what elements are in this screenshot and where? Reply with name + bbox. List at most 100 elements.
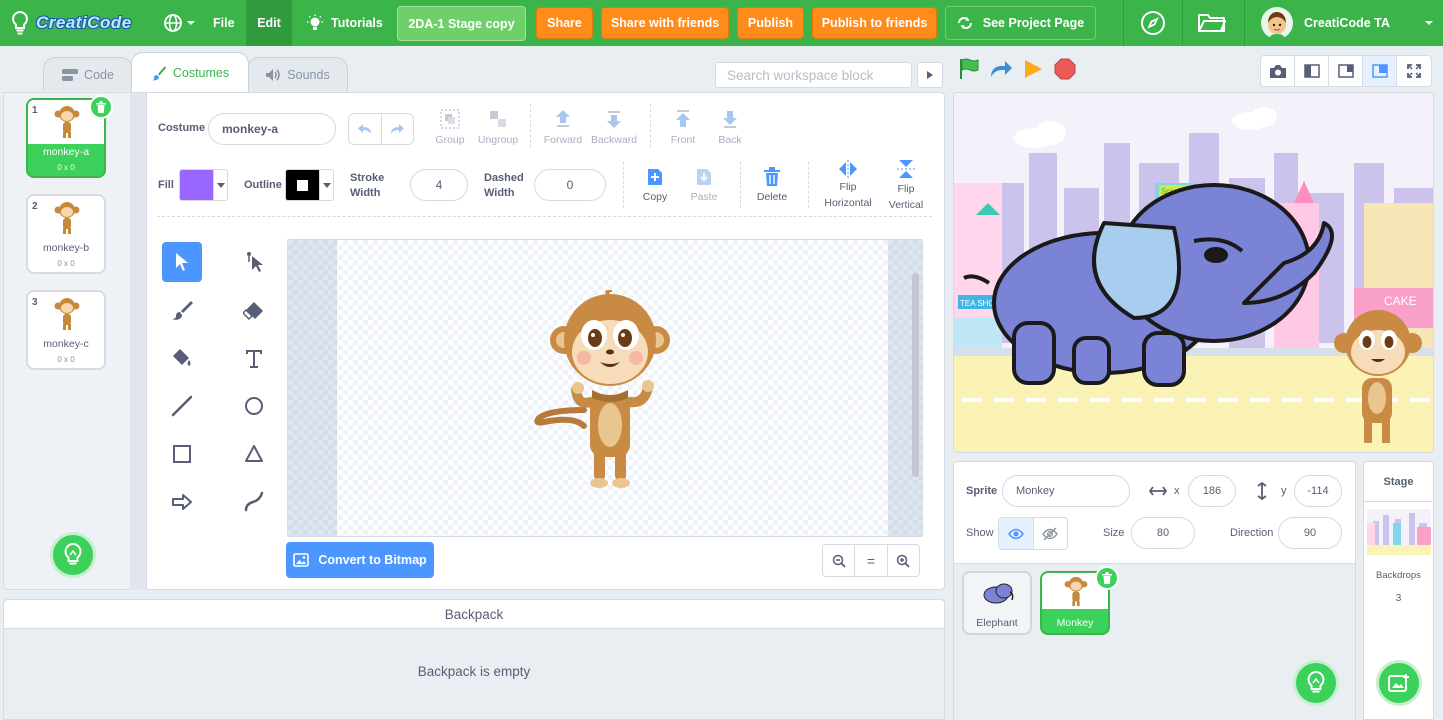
line-tool[interactable] <box>162 386 202 426</box>
delete-sprite-button[interactable] <box>1095 566 1119 590</box>
costume-item-3[interactable]: 3 monkey-c 0 x 0 <box>26 290 106 370</box>
language-menu[interactable] <box>163 0 196 46</box>
trash-icon <box>764 167 780 186</box>
explore-button[interactable] <box>1140 0 1166 46</box>
dashed-width-input[interactable]: 0 <box>534 169 606 201</box>
add-backdrop-button[interactable] <box>1376 660 1422 706</box>
account-caret[interactable] <box>1424 0 1434 46</box>
convert-to-bitmap-button[interactable]: Convert to Bitmap <box>286 542 434 578</box>
caret-down-icon <box>1425 21 1433 25</box>
file-menu[interactable]: File <box>213 0 235 46</box>
x-input[interactable]: 186 <box>1188 475 1236 507</box>
brush-tool[interactable] <box>162 290 202 330</box>
project-title-input[interactable]: 2DA-1 Stage copy <box>397 6 526 41</box>
fullscreen-button[interactable] <box>1397 56 1431 86</box>
caret-down-icon <box>216 182 225 188</box>
my-stuff-button[interactable] <box>1197 0 1227 46</box>
turbo-button[interactable] <box>989 59 1013 79</box>
y-input[interactable]: -114 <box>1294 475 1342 507</box>
medium-stage-button[interactable] <box>1329 56 1363 86</box>
monkey-thumbnail <box>54 298 80 330</box>
back-button[interactable]: Back <box>713 108 747 146</box>
add-costume-button[interactable] <box>50 532 96 578</box>
sprite-name-input[interactable]: Monkey <box>1002 475 1130 507</box>
paint-canvas[interactable] <box>287 239 923 537</box>
delete-costume-button[interactable] <box>89 95 113 119</box>
canvas-scrollbar[interactable] <box>912 273 919 477</box>
costume-name-input[interactable]: monkey-a <box>208 113 336 145</box>
costume-list-scrollbar[interactable] <box>130 93 146 590</box>
publish-button[interactable]: Publish <box>737 7 804 39</box>
ungroup-button[interactable]: Ungroup <box>476 108 520 146</box>
forward-label: Forward <box>543 134 583 146</box>
eraser-tool[interactable] <box>234 290 274 330</box>
monkey-costume-drawing <box>534 290 670 488</box>
select-tool[interactable] <box>162 242 202 282</box>
search-input[interactable]: Search workspace block <box>715 62 912 88</box>
screenshot-button[interactable] <box>1261 56 1295 86</box>
zoom-out-button[interactable] <box>823 545 856 576</box>
play-button[interactable] <box>1022 58 1044 80</box>
arrow-tool[interactable] <box>162 482 202 522</box>
curve-tool[interactable] <box>234 482 274 522</box>
costume-item-1[interactable]: 1 monkey-a 0 x 0 <box>26 95 113 178</box>
small-stage-button[interactable] <box>1295 56 1329 86</box>
copy-button[interactable]: Copy <box>640 167 670 203</box>
backward-button[interactable]: Backward <box>591 108 637 146</box>
stop-icon <box>1054 58 1076 80</box>
share-button[interactable]: Share <box>536 7 593 39</box>
tab-costumes[interactable]: Costumes <box>131 52 249 92</box>
fill-tool[interactable] <box>162 338 202 378</box>
size-input[interactable]: 80 <box>1131 517 1195 549</box>
logo[interactable]: CreatiCode <box>10 0 132 46</box>
lightbulb-icon <box>1307 670 1325 693</box>
text-tool[interactable] <box>234 338 274 378</box>
stage[interactable]: TEA SHOP CAKE Scro <box>953 92 1434 453</box>
show-button[interactable] <box>999 518 1034 549</box>
sprite-tile-monkey[interactable]: Monkey <box>1040 566 1119 635</box>
tab-sounds[interactable]: Sounds <box>247 57 348 91</box>
backpack-header[interactable]: Backpack <box>4 600 944 629</box>
publish-to-friends-button[interactable]: Publish to friends <box>812 7 937 39</box>
account-menu[interactable]: CreatiCode TA <box>1260 0 1390 46</box>
tab-sounds-label: Sounds <box>287 67 330 82</box>
large-stage-button[interactable] <box>1363 56 1397 86</box>
hide-button[interactable] <box>1034 518 1068 549</box>
delete-button[interactable]: Delete <box>754 167 790 203</box>
direction-input[interactable]: 90 <box>1278 517 1342 549</box>
stop-button[interactable] <box>1054 58 1076 80</box>
paint-bucket-icon <box>173 349 191 366</box>
forward-button[interactable]: Forward <box>543 108 583 146</box>
sprite-tile-elephant[interactable]: Elephant <box>962 571 1032 635</box>
zoom-reset-button[interactable]: = <box>855 545 888 576</box>
costume-item-2[interactable]: 2 monkey-b 0 x 0 <box>26 194 106 274</box>
undo-icon <box>357 124 371 134</box>
undo-button[interactable] <box>349 114 382 144</box>
circle-tool[interactable] <box>234 386 274 426</box>
rectangle-tool[interactable] <box>162 434 202 474</box>
tab-code[interactable]: Code <box>43 57 133 91</box>
front-button[interactable]: Front <box>666 108 700 146</box>
add-sprite-button[interactable] <box>1293 660 1339 706</box>
paste-button[interactable]: Paste <box>688 167 720 203</box>
edit-menu[interactable]: Edit <box>246 0 292 46</box>
search-go-button[interactable] <box>917 62 943 88</box>
zoom-in-button[interactable] <box>888 545 919 576</box>
back-label: Back <box>718 134 742 146</box>
flip-vertical-button[interactable]: Flip Vertical <box>884 158 928 212</box>
fill-color-picker[interactable] <box>179 169 228 201</box>
redo-button[interactable] <box>382 114 414 144</box>
tutorials-menu[interactable]: Tutorials <box>306 0 383 46</box>
outline-color-picker[interactable] <box>285 169 334 201</box>
avatar <box>1261 7 1293 39</box>
see-project-page-button[interactable]: See Project Page <box>945 6 1096 40</box>
group-button[interactable]: Group <box>432 108 468 146</box>
vertical-arrows-icon <box>1257 482 1267 500</box>
stroke-width-input[interactable]: 4 <box>410 169 468 201</box>
triangle-tool[interactable] <box>234 434 274 474</box>
flip-horizontal-button[interactable]: Flip Horizontal <box>822 160 874 210</box>
share-with-friends-button[interactable]: Share with friends <box>601 7 729 39</box>
eraser-icon <box>243 302 263 321</box>
green-flag-button[interactable] <box>958 57 982 81</box>
reshape-tool[interactable] <box>234 242 274 282</box>
